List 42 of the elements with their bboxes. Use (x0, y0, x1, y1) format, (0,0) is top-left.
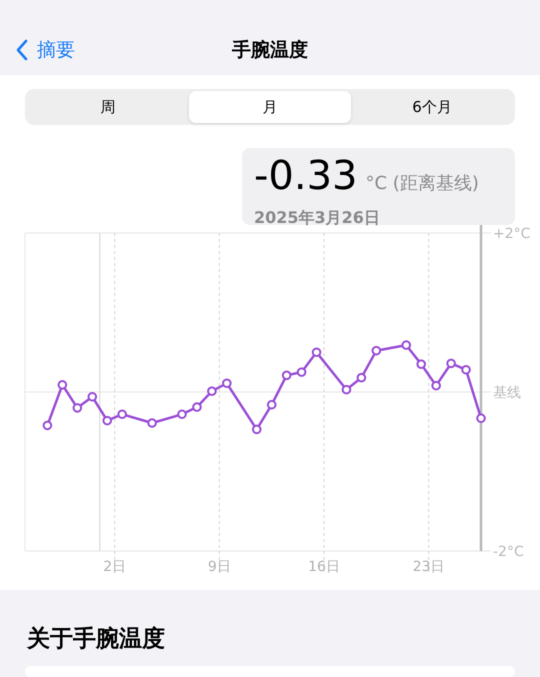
data-point (117, 409, 127, 420)
data-point (192, 402, 202, 412)
axis-label: 2日 (103, 559, 126, 575)
temperature-value: -0.33 (254, 152, 358, 200)
axis-label: 23日 (412, 559, 445, 575)
data-point (356, 372, 366, 382)
data-point (401, 340, 412, 350)
data-point (266, 400, 276, 410)
axis-label: 基线 (493, 385, 521, 401)
data-point (476, 413, 486, 424)
data-point (461, 364, 471, 375)
data-point (372, 346, 382, 356)
data-point (42, 420, 52, 430)
unit-label: °C (距离基线) (366, 172, 479, 196)
data-point (282, 370, 292, 380)
axis-label: 16日 (308, 559, 340, 575)
data-point (296, 367, 306, 377)
axis-label: 9日 (208, 559, 231, 575)
data-point (252, 424, 262, 434)
data-point (222, 378, 232, 388)
back-button[interactable]: 摘要 (0, 37, 75, 63)
axis-label: -2°C (493, 544, 524, 560)
data-point (87, 392, 98, 402)
data-point (342, 384, 352, 394)
segment-tab[interactable]: 月 (189, 91, 351, 123)
data-point (312, 347, 322, 358)
data-point (72, 403, 82, 413)
data-point (431, 380, 441, 390)
data-point (58, 380, 68, 390)
back-chevron-icon (16, 39, 28, 61)
data-point (416, 359, 426, 369)
data-point (102, 416, 112, 426)
date-label: 2025年3月26日 (254, 208, 381, 228)
segment-tab[interactable]: 周 (27, 91, 189, 123)
segment-tab[interactable]: 6个月 (351, 91, 513, 123)
data-point (207, 386, 217, 396)
data-point (446, 358, 456, 368)
screen-title: 手腕温度 (232, 38, 308, 63)
axis-label: +2°C (493, 226, 530, 242)
data-point (177, 409, 187, 420)
data-point (147, 418, 157, 428)
section-heading: 关于手腕温度 (27, 625, 166, 654)
